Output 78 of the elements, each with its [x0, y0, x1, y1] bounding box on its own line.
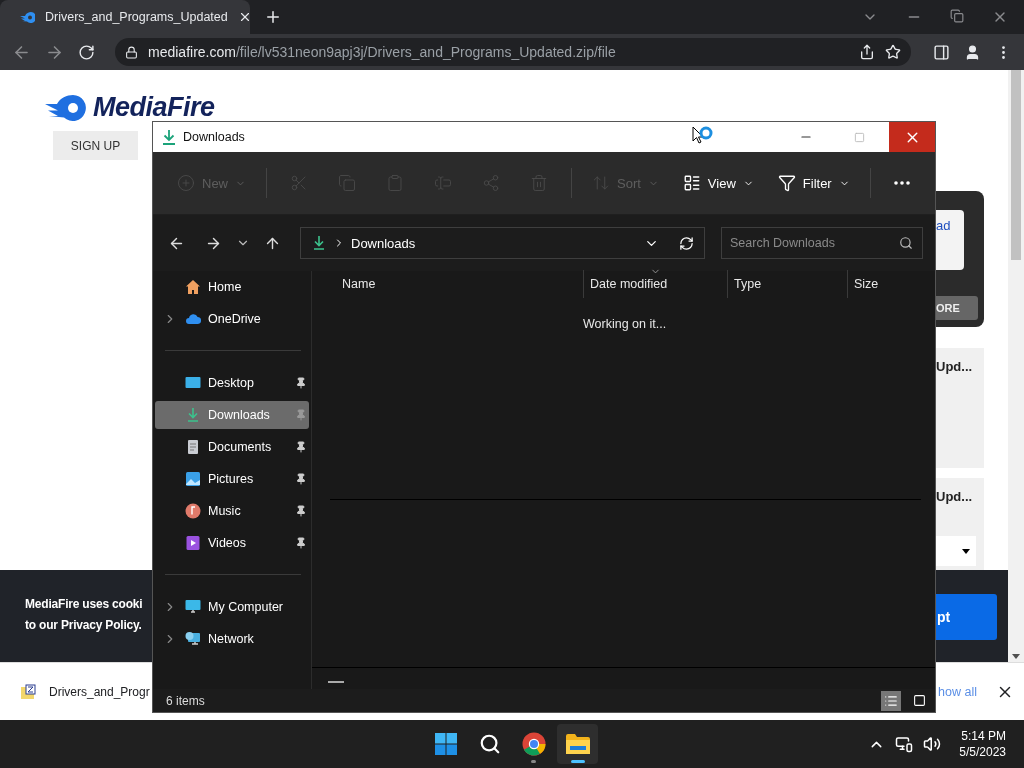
view-button[interactable]: View [672, 165, 764, 201]
download-file-name[interactable]: Drivers_and_Progr [49, 684, 150, 699]
desktop-icon [185, 375, 201, 391]
download-icon [311, 235, 327, 251]
search-field[interactable]: Search Downloads [721, 227, 923, 259]
folder-icon [564, 733, 591, 755]
nav-item[interactable]: Documents [155, 433, 309, 461]
monitor-icon [185, 599, 201, 615]
clock[interactable]: 5:14 PM 5/5/2023 [959, 728, 1006, 760]
column-header[interactable]: Size [847, 270, 927, 298]
cloud-icon [185, 311, 201, 327]
file-title: Upd... [936, 489, 974, 504]
lock-icon [125, 45, 138, 59]
column-header[interactable]: Type [727, 270, 847, 298]
cookie-text: MediaFire uses cooki [25, 596, 143, 613]
search-icon [478, 733, 501, 755]
picture-icon [185, 471, 201, 487]
pin-icon [295, 441, 307, 453]
maximize-icon [853, 131, 865, 143]
scroll-handle[interactable] [328, 681, 344, 683]
taskbar-app[interactable] [557, 724, 598, 764]
pin-icon [295, 377, 307, 389]
item-count: 6 items [166, 693, 206, 708]
nav-item[interactable]: Home [155, 273, 309, 301]
download-icon [162, 129, 176, 145]
list-icon [884, 693, 898, 708]
nav-item[interactable]: Network [155, 625, 309, 653]
windows-logo-icon [433, 732, 458, 756]
refresh-icon[interactable] [679, 235, 694, 251]
loading-text: Working on it... [583, 317, 667, 331]
house-icon [185, 279, 201, 295]
profile-icon[interactable] [964, 43, 981, 61]
more-button[interactable]: ORE [936, 296, 978, 320]
network-icon [185, 631, 201, 647]
filter-button[interactable]: Filter [767, 165, 860, 201]
nav-item[interactable]: Music [155, 497, 309, 525]
square-icon [912, 694, 926, 707]
file-title: Upd... [936, 359, 974, 374]
nav-item[interactable]: Downloads [155, 401, 309, 429]
video-icon [185, 535, 201, 551]
browser-tab[interactable]: Drivers_and_Programs_Updated [0, 0, 250, 34]
side-panel-icon[interactable] [933, 43, 950, 61]
archive-icon [20, 683, 36, 700]
sign-up-button[interactable]: SIGN UP [53, 131, 138, 160]
cookie-text: to our Privacy Policy. [25, 617, 142, 634]
scrollbar[interactable] [1008, 70, 1024, 662]
music-note-icon [185, 503, 201, 519]
pin-icon [295, 505, 307, 517]
window-title: Downloads [183, 130, 246, 144]
download-link[interactable]: ad [936, 218, 951, 233]
download-icon [185, 407, 201, 423]
details-view-button[interactable] [881, 690, 901, 711]
nav-item[interactable]: OneDrive [155, 305, 309, 333]
nav-item[interactable]: My Computer [155, 593, 309, 621]
search-icon [899, 236, 913, 250]
volume-icon[interactable] [923, 735, 942, 753]
pin-icon [295, 537, 307, 549]
star-icon[interactable] [885, 44, 901, 60]
network-icon[interactable] [895, 735, 914, 753]
logo-text: MediaFire [93, 92, 215, 123]
pin-icon [295, 473, 307, 485]
column-header[interactable]: Date modified [583, 270, 727, 298]
column-header[interactable]: Name [312, 270, 583, 298]
address-bar[interactable]: mediafire.com/file/lv531neon9apj3j/Drivers_and_Programs_Updated.zip/file [115, 38, 911, 66]
restore-icon[interactable] [950, 9, 964, 23]
pin-icon [295, 409, 307, 421]
browser-logo-icon [521, 732, 546, 756]
accept-button[interactable]: pt [936, 594, 997, 640]
caret-icon [962, 548, 970, 554]
address-bar[interactable]: Downloads [300, 227, 705, 259]
share-icon[interactable] [859, 44, 875, 60]
new-tab-icon[interactable] [264, 8, 282, 26]
flame-logo-icon [20, 11, 35, 23]
nav-item[interactable]: Videos [155, 529, 309, 557]
reload-icon[interactable] [78, 43, 95, 61]
nav-item[interactable]: Desktop [155, 369, 309, 397]
nav-item[interactable]: Pictures [155, 465, 309, 493]
document-icon [185, 439, 201, 455]
